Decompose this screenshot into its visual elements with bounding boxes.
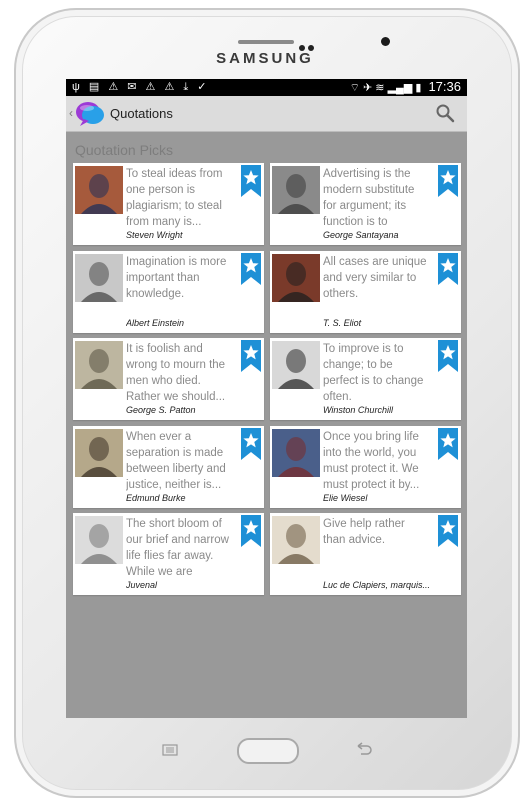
bookmark-star-icon[interactable]: [438, 165, 458, 197]
author-portrait: [272, 166, 320, 214]
sensor-dots: [299, 38, 321, 51]
quote-card[interactable]: The short bloom of our brief and narrow …: [73, 513, 264, 595]
system-status: ⌔ ✈ ≋ ▂▄▆ ▮ 17:36: [350, 79, 461, 95]
quote-card[interactable]: Advertising is the modern substitute for…: [270, 163, 461, 245]
back-icon[interactable]: [355, 742, 373, 756]
quote-text: Once you bring life into the world, you …: [323, 430, 420, 491]
clock: 17:36: [428, 79, 461, 94]
quote-text: All cases are unique and very similar to…: [323, 255, 427, 300]
quote-text: The short bloom of our brief and narrow …: [126, 518, 229, 578]
bookmark-star-icon[interactable]: [438, 427, 458, 460]
app-logo-icon[interactable]: [74, 99, 106, 127]
author-portrait: [272, 428, 320, 477]
bookmark-star-icon[interactable]: [438, 252, 458, 285]
quote-author: Edmund Burke: [126, 492, 186, 503]
quote-text: Advertising is the modern substitute for…: [323, 168, 415, 228]
app-title: Quotations: [110, 106, 173, 121]
quote-card[interactable]: To steal ideas from one person is plagia…: [73, 163, 264, 245]
author-portrait: [75, 341, 123, 389]
bookmark-star-icon[interactable]: [438, 340, 458, 372]
bookmark-star-icon[interactable]: [438, 515, 458, 547]
bookmark-star-icon[interactable]: [241, 427, 261, 460]
quote-author: Albert Einstein: [126, 317, 185, 328]
quote-text: It is foolish and wrong to mourn the men…: [126, 343, 226, 403]
quote-text: Give help rather than advice.: [323, 518, 405, 546]
quote-author: Juvenal: [126, 580, 158, 590]
quote-text: To improve is to change; to be perfect i…: [323, 343, 424, 403]
quote-author: Luc de Clapiers, marquis...: [323, 580, 431, 590]
quote-author: Winston Churchill: [323, 405, 393, 415]
screen: ψ ▤ ⚠ ✉ ⚠ ⚠ ⤓ ✓ ⌔ ✈ ≋ ▂▄▆ ▮ 17:36 ‹ Quot…: [66, 79, 467, 718]
quote-author: T. S. Eliot: [323, 317, 362, 328]
quote-author: Elie Wiesel: [323, 492, 368, 503]
front-camera: [381, 37, 390, 46]
search-icon[interactable]: [435, 103, 455, 123]
quote-text: When ever a separation is made between l…: [126, 430, 226, 491]
quote-author: Steven Wright: [126, 230, 183, 240]
author-portrait: [75, 166, 123, 214]
bookmark-star-icon[interactable]: [241, 165, 261, 197]
up-caret-icon[interactable]: ‹: [69, 106, 73, 120]
device-brand: SAMSUNG: [216, 50, 314, 67]
quote-text: To steal ideas from one person is plagia…: [126, 168, 223, 228]
quote-card[interactable]: Imagination is more important than knowl…: [73, 250, 264, 333]
author-portrait: [75, 253, 123, 302]
quote-card[interactable]: Once you bring life into the world, you …: [270, 425, 461, 508]
quote-card[interactable]: To improve is to change; to be perfect i…: [270, 338, 461, 420]
notification-icons: ψ ▤ ⚠ ✉ ⚠ ⚠ ⤓ ✓: [72, 81, 210, 93]
quote-author: George S. Patton: [126, 405, 196, 415]
author-portrait: [272, 253, 320, 302]
section-title: Quotation Picks: [75, 142, 174, 158]
author-portrait: [75, 516, 123, 564]
signal-icon: ⌔ ✈ ≋ ▂▄▆ ▮: [349, 82, 422, 94]
author-portrait: [75, 428, 123, 477]
quote-card[interactable]: It is foolish and wrong to mourn the men…: [73, 338, 264, 420]
bookmark-star-icon[interactable]: [241, 515, 261, 547]
quote-card[interactable]: Give help rather than advice. Luc de Clap…: [270, 513, 461, 595]
menu-icon[interactable]: [162, 744, 178, 756]
quote-text: Imagination is more important than knowl…: [126, 255, 227, 300]
action-bar: ‹ Quotations: [66, 96, 467, 132]
bookmark-star-icon[interactable]: [241, 252, 261, 285]
earpiece-speaker: [238, 40, 294, 44]
home-button[interactable]: [237, 738, 299, 764]
status-bar: ψ ▤ ⚠ ✉ ⚠ ⚠ ⤓ ✓ ⌔ ✈ ≋ ▂▄▆ ▮ 17:36: [66, 79, 467, 96]
bookmark-star-icon[interactable]: [241, 340, 261, 372]
author-portrait: [272, 516, 320, 564]
quote-author: George Santayana: [323, 230, 399, 240]
quote-card[interactable]: All cases are unique and very similar to…: [270, 250, 461, 333]
quote-card[interactable]: When ever a separation is made between l…: [73, 425, 264, 508]
author-portrait: [272, 341, 320, 389]
